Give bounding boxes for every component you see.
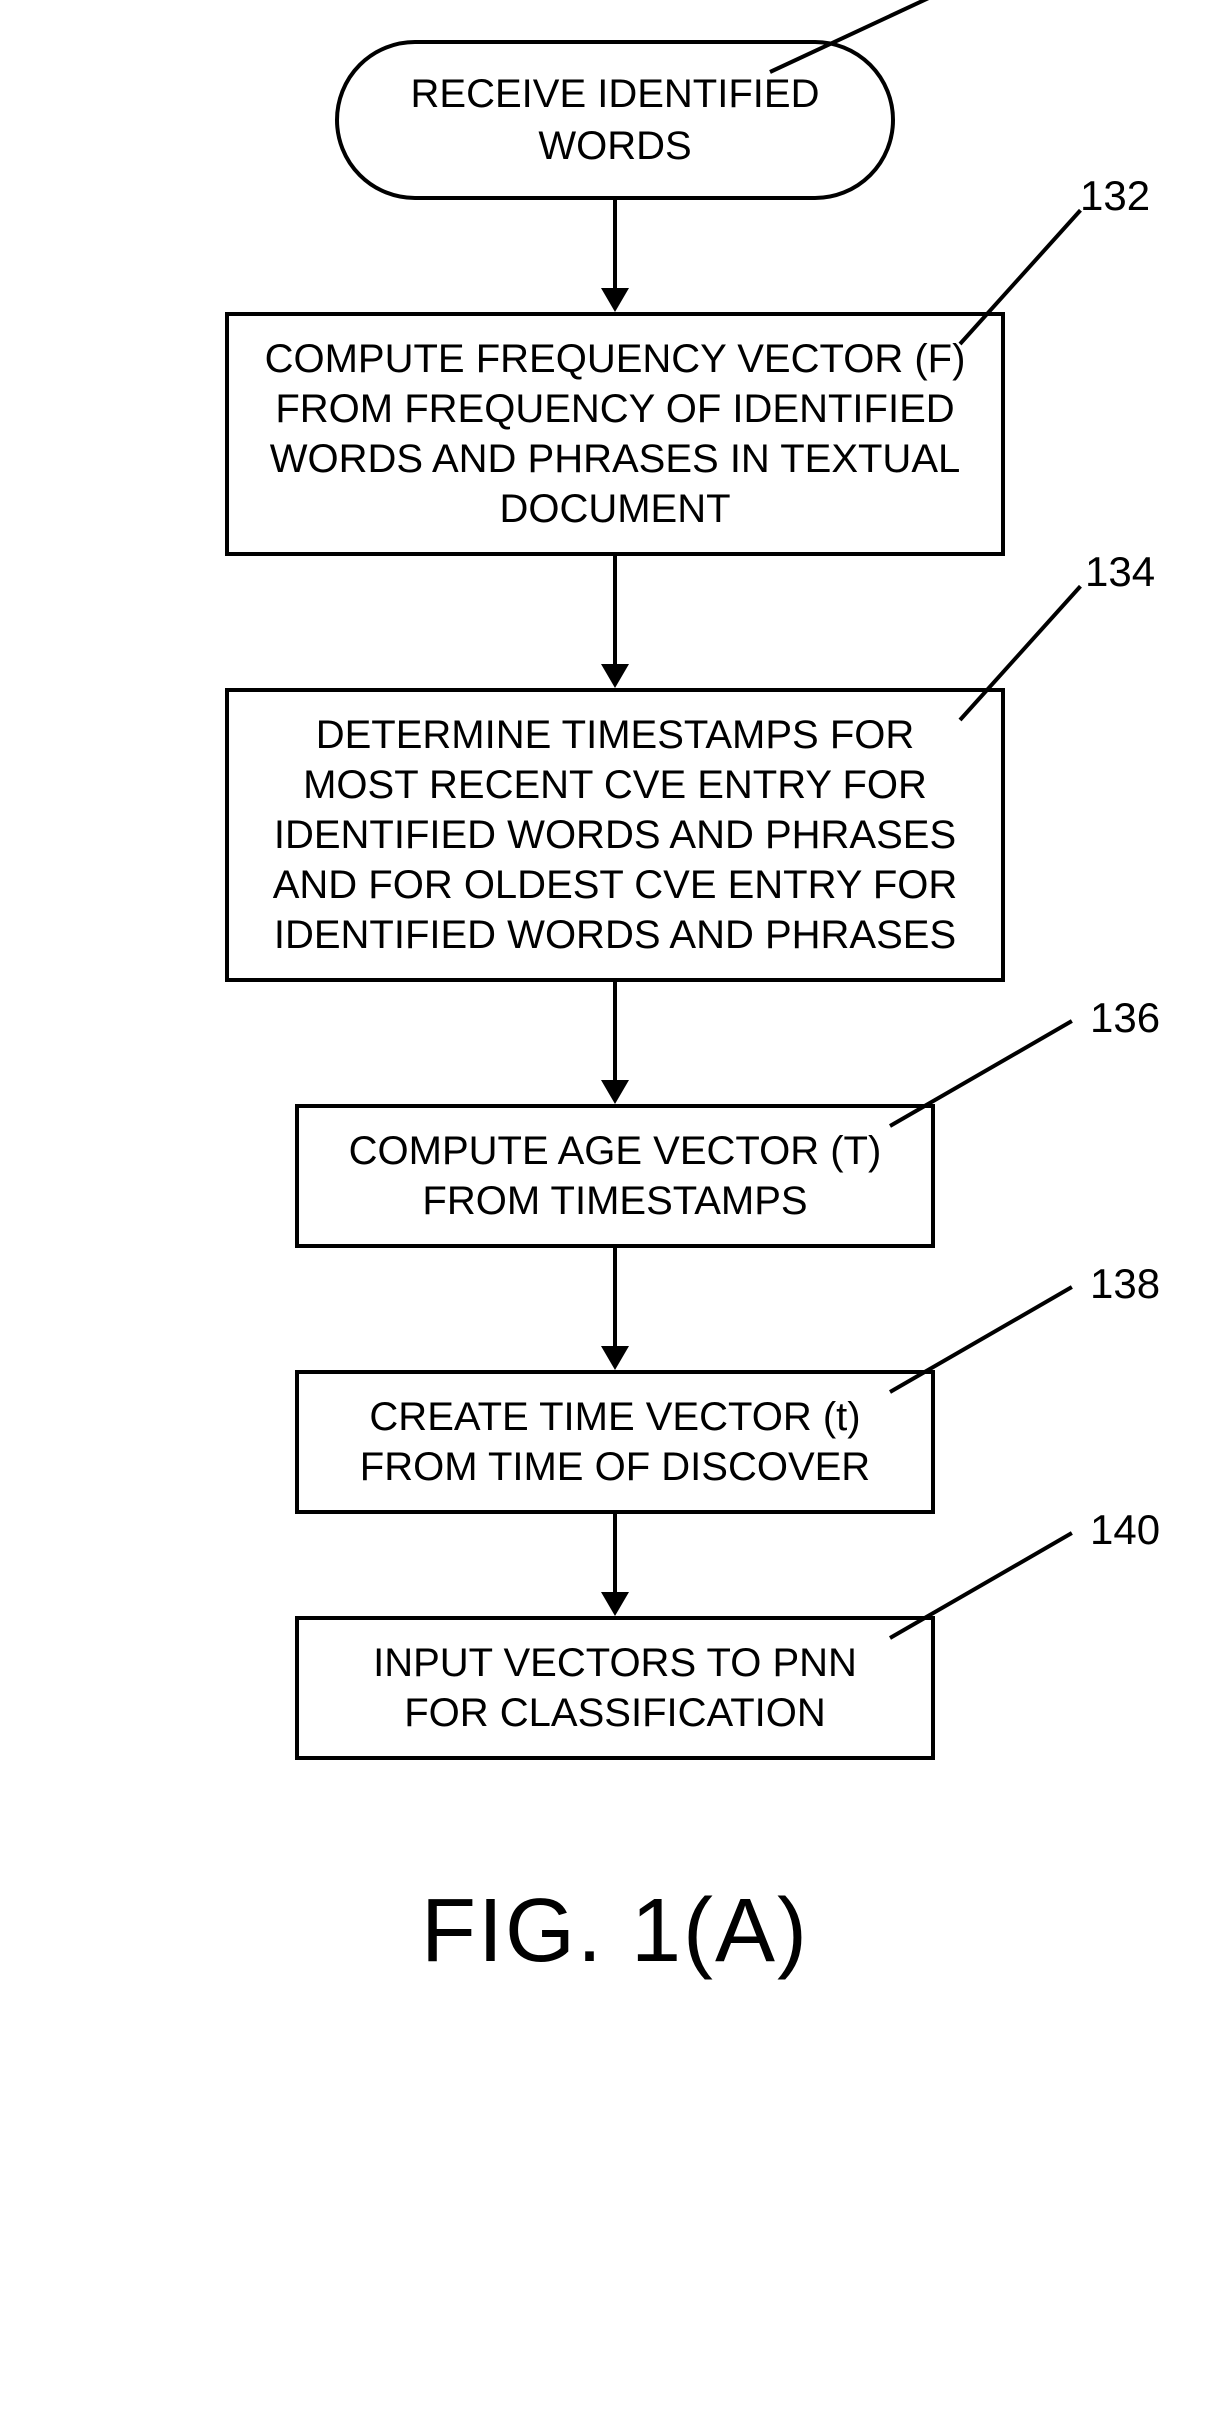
process-node-132: COMPUTE FREQUENCY VECTOR (F) FROM FREQUE… (225, 312, 1005, 556)
node-wrapper-130: RECEIVE IDENTIFIED WORDS 130 (20, 40, 1210, 200)
leader-line-132 (959, 209, 1082, 345)
reference-label-140: 140 (1090, 1506, 1160, 1554)
process-node-140: INPUT VECTORS TO PNN FOR CLASSIFICATION (295, 1616, 935, 1760)
leader-line-134 (959, 585, 1082, 721)
terminator-node-130: RECEIVE IDENTIFIED WORDS (335, 40, 895, 200)
process-node-134: DETERMINE TIMESTAMPS FOR MOST RECENT CVE… (225, 688, 1005, 982)
flowchart-diagram: RECEIVE IDENTIFIED WORDS 130 COMPUTE FRE… (20, 40, 1210, 1760)
node-wrapper-132: COMPUTE FREQUENCY VECTOR (F) FROM FREQUE… (20, 312, 1210, 556)
process-node-138: CREATE TIME VECTOR (t) FROM TIME OF DISC… (295, 1370, 935, 1514)
leader-line-140 (889, 1531, 1073, 1639)
arrow-icon (601, 556, 629, 688)
leader-line-136 (889, 1019, 1073, 1127)
arrow-icon (601, 1248, 629, 1370)
arrow-icon (601, 1514, 629, 1616)
reference-label-132: 132 (1080, 172, 1150, 220)
reference-label-138: 138 (1090, 1260, 1160, 1308)
leader-line-138 (889, 1285, 1073, 1393)
figure-caption: FIG. 1(A) (20, 1880, 1210, 1983)
arrow-icon (601, 982, 629, 1104)
reference-label-136: 136 (1090, 994, 1160, 1042)
node-wrapper-134: DETERMINE TIMESTAMPS FOR MOST RECENT CVE… (20, 688, 1210, 982)
node-wrapper-136: COMPUTE AGE VECTOR (T) FROM TIMESTAMPS 1… (20, 1104, 1210, 1248)
arrow-icon (601, 200, 629, 312)
node-wrapper-138: CREATE TIME VECTOR (t) FROM TIME OF DISC… (20, 1370, 1210, 1514)
process-node-136: COMPUTE AGE VECTOR (T) FROM TIMESTAMPS (295, 1104, 935, 1248)
reference-label-134: 134 (1085, 548, 1155, 596)
node-wrapper-140: INPUT VECTORS TO PNN FOR CLASSIFICATION … (20, 1616, 1210, 1760)
